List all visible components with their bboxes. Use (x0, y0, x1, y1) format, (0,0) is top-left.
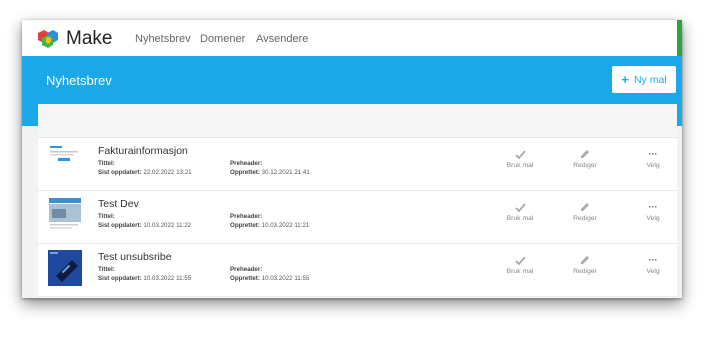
table-row[interactable]: Test Dev Tittel: Sist oppdatert: 10.03.2… (38, 191, 677, 244)
template-meta-left: Tittel: Sist oppdatert: 10.03.2022 11:22 (98, 213, 192, 229)
template-thumbnail (48, 250, 82, 286)
more-icon: ··· (648, 255, 658, 265)
app-window: Make Nyhetsbrev Domener Avsendere Nyhets… (22, 20, 682, 298)
plus-icon: + (621, 72, 629, 87)
updated-value: 10.03.2022 11:55 (143, 274, 192, 282)
template-name[interactable]: Test unsubsribe (98, 251, 172, 263)
nav-domains[interactable]: Domener (200, 33, 245, 45)
created-value: 10.03.2022 11:55 (261, 274, 310, 282)
edit-template-button[interactable]: Rediger (565, 201, 605, 222)
more-icon: ··· (648, 149, 658, 159)
nav-newsletters[interactable]: Nyhetsbrev (135, 33, 191, 45)
template-meta-left: Tittel: Sist oppdatert: 10.03.2022 11:55 (98, 266, 192, 282)
choose-template-button[interactable]: ··· Velg (633, 148, 673, 169)
template-name[interactable]: Fakturainformasjon (98, 145, 188, 157)
template-name[interactable]: Test Dev (98, 198, 139, 210)
page-title: Nyhetsbrev (46, 73, 112, 88)
green-status-strip (677, 20, 682, 56)
use-template-button[interactable]: Bruk mal (500, 254, 540, 275)
template-list: Fakturainformasjon Tittel: Sist oppdater… (38, 104, 677, 298)
make-logo-icon (38, 30, 58, 48)
top-navigation-bar: Make Nyhetsbrev Domener Avsendere (22, 20, 677, 56)
more-icon: ··· (648, 202, 658, 212)
new-template-label: Ny mal (633, 73, 667, 86)
nav-senders[interactable]: Avsendere (256, 33, 308, 45)
check-icon (514, 149, 526, 159)
updated-value: 22.02.2022 13:21 (143, 168, 192, 176)
template-thumbnail (48, 144, 82, 180)
template-meta-right: Preheader: Opprettet: 10.03.2022 11:21 (230, 213, 310, 229)
created-value: 30.12.2021 21:41 (261, 168, 310, 176)
use-template-button[interactable]: Bruk mal (500, 201, 540, 222)
table-row[interactable]: Test unsubsribe Tittel: Sist oppdatert: … (38, 244, 677, 297)
created-value: 10.03.2022 11:21 (261, 221, 310, 229)
updated-value: 10.03.2022 11:22 (143, 221, 192, 229)
edit-template-button[interactable]: Rediger (565, 148, 605, 169)
table-row[interactable]: Fakturainformasjon Tittel: Sist oppdater… (38, 138, 677, 191)
pencil-icon (581, 203, 589, 211)
template-meta-right: Preheader: Opprettet: 10.03.2022 11:55 (230, 266, 310, 282)
brand-name: Make (66, 28, 113, 49)
choose-template-button[interactable]: ··· Velg (633, 254, 673, 275)
new-template-button[interactable]: + Ny mal (612, 66, 676, 93)
check-icon (514, 202, 526, 212)
choose-template-button[interactable]: ··· Velg (633, 201, 673, 222)
template-meta-right: Preheader: Opprettet: 30.12.2021 21:41 (230, 160, 310, 176)
pencil-icon (581, 150, 589, 158)
edit-template-button[interactable]: Rediger (565, 254, 605, 275)
pencil-icon (581, 256, 589, 264)
list-header (38, 104, 677, 138)
template-meta-left: Tittel: Sist oppdatert: 22.02.2022 13:21 (98, 160, 192, 176)
use-template-button[interactable]: Bruk mal (500, 148, 540, 169)
check-icon (514, 255, 526, 265)
template-thumbnail (48, 197, 82, 233)
